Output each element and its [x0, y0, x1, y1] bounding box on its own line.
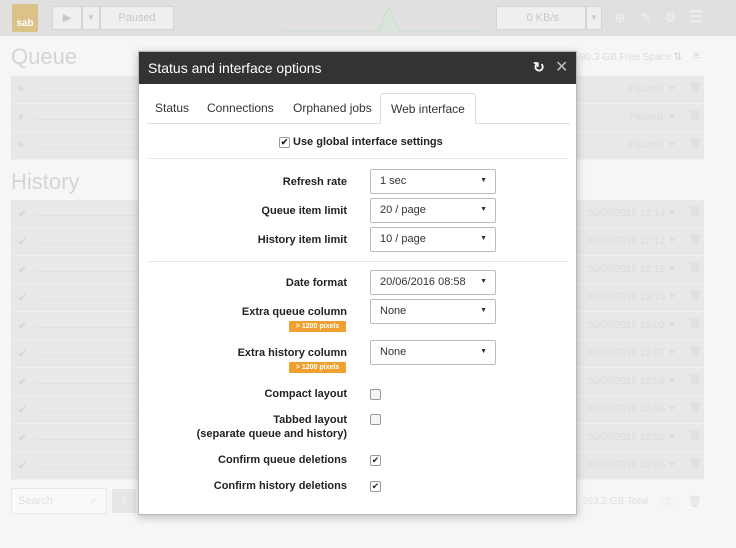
global-settings-checkbox[interactable]: ✔ — [279, 137, 290, 148]
tab-orphaned-jobs[interactable]: Orphaned jobs — [293, 93, 372, 124]
modal-header: Status and interface options ↻ ✕ — [139, 52, 576, 84]
chevron-down-icon: ▼ — [480, 235, 487, 242]
chevron-down-icon: ▼ — [480, 348, 487, 355]
modal-tabs: Status Connections Orphaned jobs Web int… — [147, 93, 570, 124]
refresh-rate-label: Refresh rate — [282, 176, 347, 188]
confirm-history-deletions-label: Confirm history deletions — [213, 480, 347, 492]
confirm-queue-deletions-label: Confirm queue deletions — [218, 454, 347, 466]
tabbed-layout-label-line1: Tabbed layout — [273, 414, 347, 426]
confirm-history-deletions-checkbox[interactable]: ✔ — [370, 481, 381, 492]
refresh-icon[interactable]: ↻ — [533, 59, 545, 76]
queue-limit-select[interactable]: 20 / page ▼ — [370, 198, 496, 223]
tab-status[interactable]: Status — [155, 93, 189, 124]
refresh-rate-value: 1 sec — [380, 175, 407, 187]
tab-connections[interactable]: Connections — [207, 93, 274, 124]
history-limit-label: History item limit — [257, 234, 347, 246]
tabbed-layout-label-line2: (separate queue and history) — [196, 428, 347, 440]
extra-queue-column-select[interactable]: None ▼ — [370, 299, 496, 324]
divider — [149, 158, 568, 159]
extra-queue-column-label: Extra queue column — [241, 306, 347, 318]
tab-web-interface[interactable]: Web interface — [380, 93, 476, 124]
confirm-queue-deletions-checkbox[interactable]: ✔ — [370, 455, 381, 466]
compact-layout-label: Compact layout — [264, 388, 347, 400]
options-modal: Status and interface options ↻ ✕ Status … — [138, 51, 577, 515]
history-limit-value: 10 / page — [380, 233, 426, 245]
chevron-down-icon: ▼ — [480, 177, 487, 184]
divider — [149, 261, 568, 262]
history-limit-select[interactable]: 10 / page ▼ — [370, 227, 496, 252]
queue-limit-value: 20 / page — [380, 204, 426, 216]
close-icon[interactable]: ✕ — [555, 57, 568, 77]
queue-limit-label: Queue item limit — [261, 205, 347, 217]
extra-history-column-label: Extra history column — [237, 347, 347, 359]
date-format-label: Date format — [285, 277, 347, 289]
tabbed-layout-label: Tabbed layout (separate queue and histor… — [127, 413, 347, 441]
extra-history-column-value: None — [380, 346, 407, 358]
chevron-down-icon: ▼ — [480, 307, 487, 314]
global-settings-label: Use global interface settings — [293, 136, 443, 148]
pixels-badge: > 1200 pixels — [289, 362, 346, 373]
modal-title: Status and interface options — [148, 60, 322, 76]
extra-history-column-select[interactable]: None ▼ — [370, 340, 496, 365]
extra-queue-column-value: None — [380, 305, 407, 317]
chevron-down-icon: ▼ — [480, 206, 487, 213]
date-format-select[interactable]: 20/06/2016 08:58 ▼ — [370, 270, 496, 295]
pixels-badge: > 1200 pixels — [289, 321, 346, 332]
chevron-down-icon: ▼ — [480, 278, 487, 285]
tabbed-layout-checkbox[interactable] — [370, 414, 381, 425]
date-format-value: 20/06/2016 08:58 — [380, 276, 466, 288]
compact-layout-checkbox[interactable] — [370, 389, 381, 400]
refresh-rate-select[interactable]: 1 sec ▼ — [370, 169, 496, 194]
